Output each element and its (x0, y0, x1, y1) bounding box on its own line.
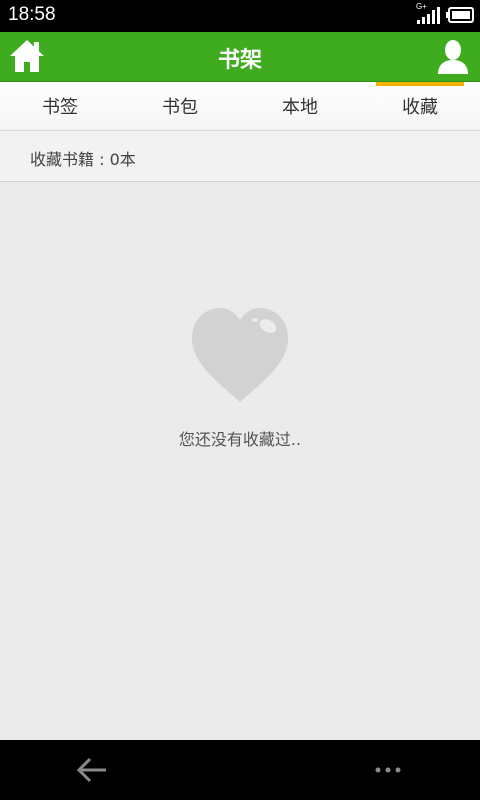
favorites-count-text: 收藏书籍 : 0本 (30, 150, 136, 169)
active-tab-indicator (376, 82, 464, 86)
app-header: 书架 (0, 32, 480, 82)
more-dots-icon (375, 767, 401, 773)
tab-bookbag[interactable]: 书包 (120, 82, 240, 130)
tab-bookmarks[interactable]: 书签 (0, 82, 120, 130)
back-arrow-icon (76, 757, 106, 783)
user-icon (438, 40, 468, 74)
tab-label: 本地 (282, 97, 318, 118)
menu-button[interactable] (364, 754, 412, 786)
status-time: 18:58 (8, 4, 56, 25)
favorites-summary: 收藏书籍 : 0本 (0, 131, 480, 182)
navigation-bar (0, 740, 480, 800)
heart-icon (192, 308, 288, 402)
screen: 18:58 G+ 书架 书签 书包 本地 收藏 收藏书籍: 0本 您还没有收藏… (0, 0, 480, 800)
tab-favorites[interactable]: 收藏 (360, 82, 480, 130)
back-button[interactable] (72, 754, 112, 786)
empty-state-message: 您还没有收藏过.. (178, 430, 302, 449)
page-title: 书架 (217, 48, 262, 73)
user-button[interactable] (434, 38, 472, 76)
tab-local[interactable]: 本地 (240, 82, 360, 130)
tab-label: 书签 (42, 97, 78, 118)
status-bar: 18:58 G+ (0, 0, 480, 32)
battery-icon (446, 7, 474, 23)
signal-icon (417, 7, 440, 24)
tab-label: 书包 (162, 97, 198, 118)
tab-label: 收藏 (402, 97, 438, 118)
tab-bar: 书签 书包 本地 收藏 (0, 82, 480, 131)
